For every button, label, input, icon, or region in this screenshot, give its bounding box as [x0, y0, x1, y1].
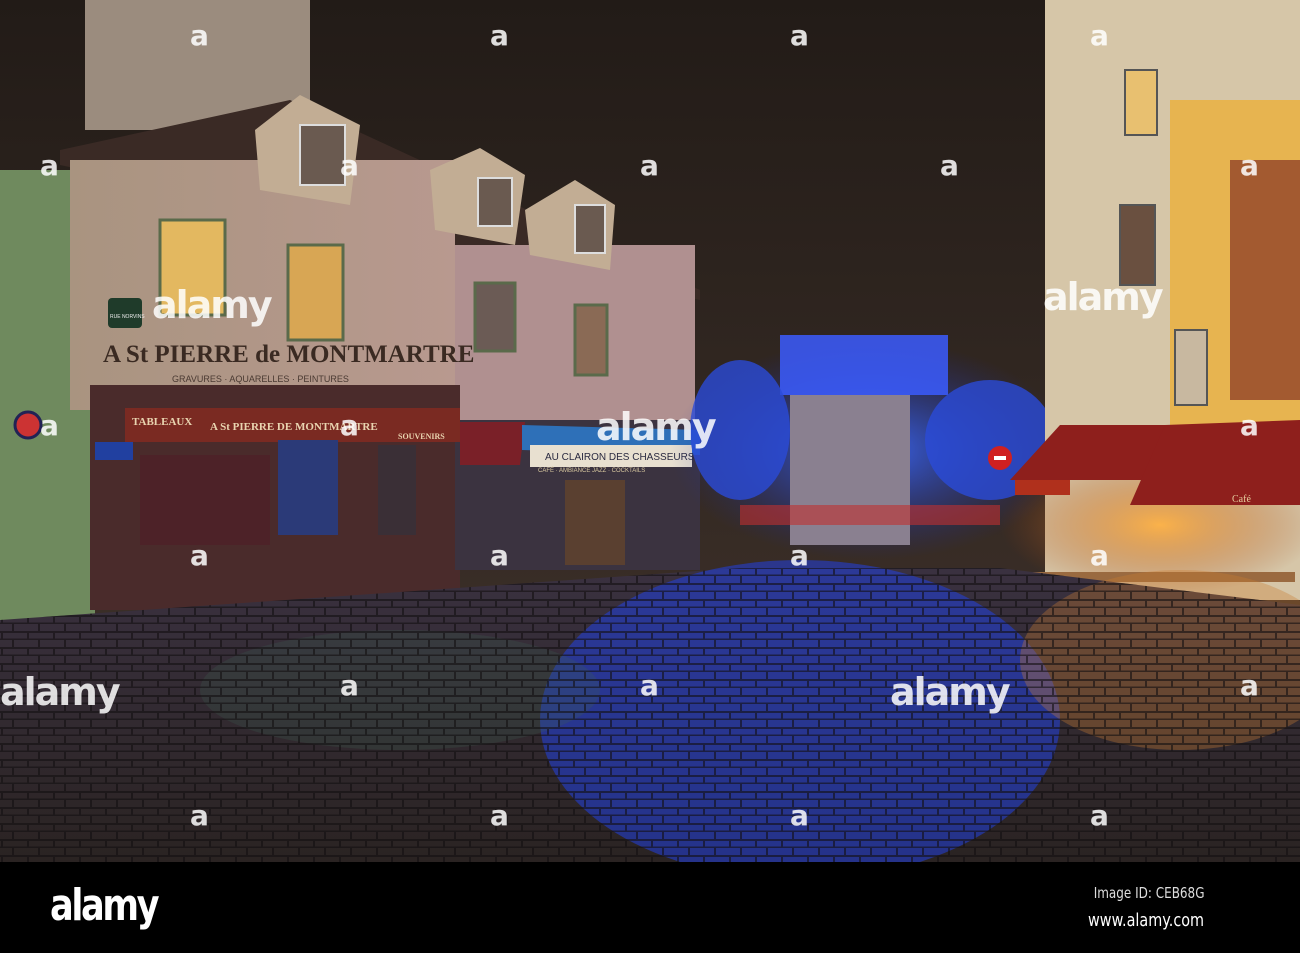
watermark-letter: a — [790, 19, 809, 52]
street-sign: RUE NORVINS — [110, 314, 145, 320]
facade-subtitle: GRAVURES · AQUARELLES · PEINTURES — [172, 374, 349, 384]
watermark-letter: a — [1240, 409, 1259, 442]
watermark-letter: a — [190, 799, 209, 832]
watermark-text: alamy — [152, 283, 273, 327]
shop-sign-left: TABLEAUX — [132, 416, 192, 428]
watermark-letter: a — [340, 409, 359, 442]
footer-bar: alamy Image ID: CEB68G www.alamy.com — [0, 862, 1300, 953]
watermark-letter: a — [190, 19, 209, 52]
watermark-letter: a — [490, 799, 509, 832]
watermark-letter: a — [340, 669, 359, 702]
watermark-letter: a — [1090, 539, 1109, 572]
watermark-letter: a — [1090, 19, 1109, 52]
shop-sign-right: SOUVENIRS — [398, 432, 445, 441]
facade-sign: A St PIERRE de MONTMARTRE — [103, 341, 474, 368]
watermark-letter: a — [1090, 799, 1109, 832]
watermark-text: alamy — [596, 405, 717, 449]
alamy-logo: alamy — [50, 880, 160, 931]
watermark-letter: a — [1240, 149, 1259, 182]
watermark-letter: a — [790, 799, 809, 832]
watermark-letter: a — [190, 539, 209, 572]
watermark-letter: a — [940, 149, 959, 182]
watermark-letter: a — [790, 539, 809, 572]
photo-scene: A St PIERRE de MONTMARTRE GRAVURES · AQU… — [0, 0, 1300, 862]
site-url: www.alamy.com — [1087, 910, 1204, 931]
right-cafe-awning-text: Café — [1232, 494, 1251, 505]
watermark-text: alamy — [0, 670, 121, 714]
stock-photo: A St PIERRE de MONTMARTRE GRAVURES · AQU… — [0, 0, 1300, 953]
watermark-letter: a — [1240, 669, 1259, 702]
watermark-text: alamy — [890, 670, 1011, 714]
watermark-letter: a — [40, 149, 59, 182]
watermark-letter: a — [340, 149, 359, 182]
watermark-letter: a — [640, 149, 659, 182]
image-id: Image ID: CEB68G — [1093, 884, 1204, 902]
watermark-text: alamy — [1043, 275, 1164, 319]
watermark-letter: a — [640, 669, 659, 702]
watermark-letter: a — [40, 409, 59, 442]
cafe-subsign: CAFÉ · AMBIANCE JAZZ · COCKTAILS — [538, 467, 645, 474]
watermark-letter: a — [490, 19, 509, 52]
watermark-letter: a — [490, 539, 509, 572]
